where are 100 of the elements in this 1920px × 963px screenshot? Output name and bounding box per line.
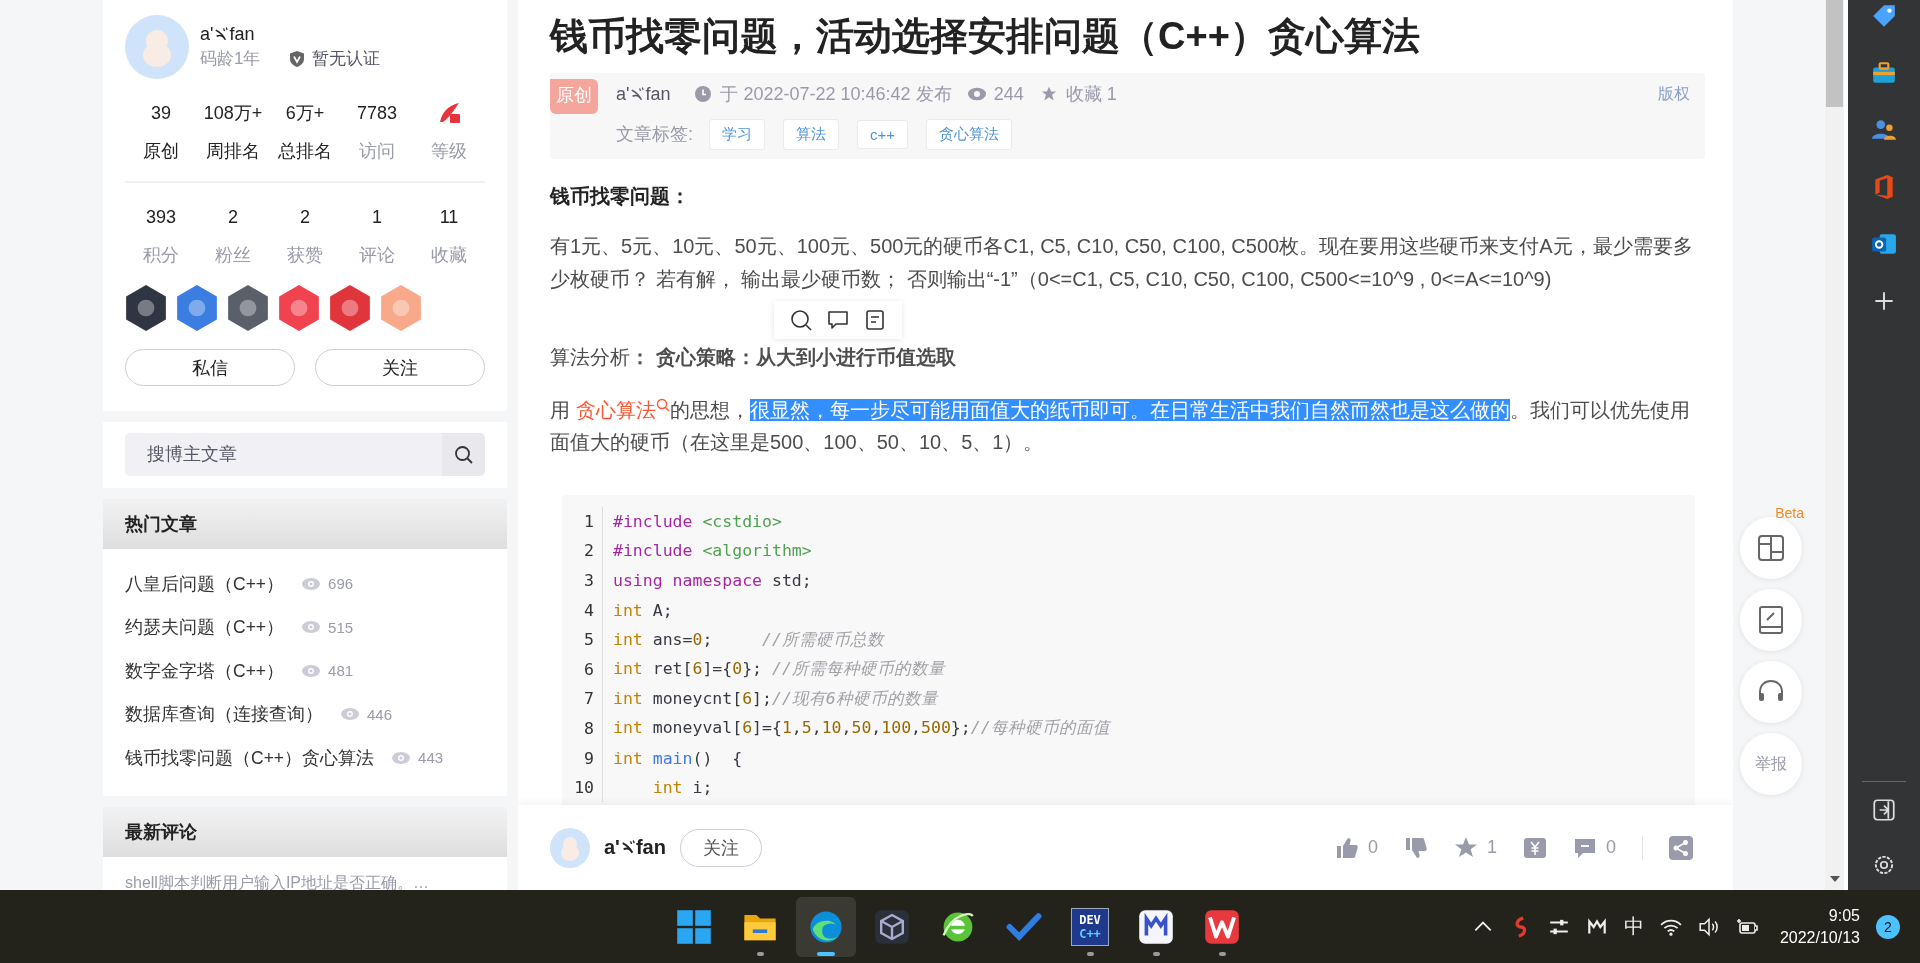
browser-icon[interactable]	[808, 908, 844, 945]
w-logo-icon[interactable]	[1204, 908, 1240, 945]
author-name[interactable]: fan	[635, 836, 666, 859]
stat-label[interactable]: 周排名	[206, 139, 260, 163]
stat-label: 访问	[359, 140, 395, 163]
cube-icon[interactable]	[874, 908, 910, 945]
hexagon-badge-icon[interactable]	[227, 285, 269, 331]
stat-label: 积分	[143, 244, 179, 267]
headset-button[interactable]	[1740, 661, 1802, 723]
eye-icon	[967, 86, 986, 102]
clock-date[interactable]: 2022/10/13	[1779, 926, 1860, 949]
section-header: 热门文章	[103, 499, 507, 549]
article-link[interactable]: 八皇后问题（C++）	[125, 571, 285, 596]
paragraph: 有1元、5元、10元、50元、100元、500元的硬币各C1, C5, C10, C50, C100, C500枚。现在要用这些硬币来支付A元，最少需要多少枚硬币？ 若有解， 输出最少硬币数； 否则输出“-1”（0<=C1, C5, C10, C50, C100, C500<=10^9 , 0<=A<=10^9)	[550, 234, 1694, 292]
article-link[interactable]: 数据库查询（连接查询）	[125, 702, 323, 727]
scroll-down-arrow-icon[interactable]	[1829, 876, 1840, 882]
article-link[interactable]: 钱币找零问题（C++）贪心算法	[125, 745, 375, 770]
stat-label[interactable]: 原创	[143, 139, 179, 163]
code-line: int moneycnt[6];//现有6种硬币的数量	[612, 687, 938, 710]
thumbs-up-icon[interactable]	[1334, 835, 1359, 860]
line-number: 8	[562, 713, 603, 744]
code-line: #include <algorithm>	[612, 541, 812, 561]
thumbs-down-icon[interactable]	[1403, 835, 1428, 860]
taskbar-app[interactable]	[796, 896, 856, 957]
follow-button[interactable]: 关注	[315, 349, 485, 386]
view-count: 244	[993, 83, 1024, 105]
volume-icon[interactable]	[1697, 915, 1720, 938]
layout-button[interactable]	[1740, 517, 1802, 579]
section-heading: 钱币找零问题：	[550, 184, 691, 209]
squiggle-sign-icon	[214, 26, 229, 43]
tags-label: 文章标签:	[616, 123, 693, 146]
stat-label: 粉丝	[215, 244, 251, 267]
notification-badge[interactable]: 2	[1876, 914, 1900, 939]
action-count: 0	[1606, 837, 1616, 858]
clock-icon	[694, 86, 713, 102]
briefcase-icon[interactable]	[1871, 60, 1897, 86]
stat-label[interactable]: 总排名	[278, 139, 332, 163]
hexagon-badge-icon[interactable]	[125, 285, 167, 331]
stat-value: 393	[145, 206, 176, 229]
quill-level-icon	[437, 102, 461, 124]
tag-icon[interactable]	[1871, 3, 1897, 29]
eye-icon	[392, 751, 411, 764]
clock-time[interactable]: 9:05	[1828, 904, 1860, 927]
code-line: int i;	[651, 778, 713, 798]
stat-value: 7783	[356, 102, 397, 125]
share-icon[interactable]	[1669, 835, 1693, 860]
paragraph: 用 贪心算法 的思想，很显然，每一步尽可能用面值大的纸币即可。在日常生活中我们自然而然也是这么做的。我们可以优先使用面值大的硬币（在这里是500、100、50、10、5、1）。	[550, 396, 1691, 455]
eye-icon	[341, 708, 359, 721]
eye-icon	[302, 577, 321, 590]
search-icon[interactable]	[453, 444, 474, 465]
mail-app-icon[interactable]	[1871, 231, 1897, 257]
view-count: 696	[328, 575, 354, 593]
people-icon[interactable]	[1871, 117, 1897, 143]
follow-button[interactable]: 关注	[679, 828, 762, 867]
scrollbar-thumb[interactable]	[1826, 0, 1843, 107]
taskbar-app[interactable]: DEV C++	[1060, 896, 1120, 957]
speech-bubble-icon[interactable]	[827, 309, 849, 331]
author-name[interactable]: a'	[200, 24, 214, 45]
app-logo[interactable]: DEV C++	[1071, 907, 1109, 946]
author-link[interactable]: fan	[645, 83, 671, 105]
search-icon[interactable]	[789, 309, 812, 331]
publish-time: 于 2022-07-22 10:46:42 发布	[720, 83, 952, 106]
author-link[interactable]: a'	[616, 83, 630, 105]
code-line: int A;	[612, 600, 673, 620]
windows-logo-icon[interactable]	[676, 908, 712, 945]
line-number: 10	[562, 772, 603, 803]
search-button[interactable]	[442, 433, 485, 476]
stat-label: 评论	[359, 244, 395, 267]
note-icon[interactable]	[864, 309, 887, 331]
code-line: int moneyval[6]={1,5,10,50,100,500};//每种硬币的面值	[612, 717, 1110, 740]
stat-value: 2	[228, 206, 238, 229]
view-count: 481	[328, 662, 354, 680]
search-field[interactable]: 搜博主文章	[125, 433, 442, 476]
panel-exit-icon[interactable]	[1871, 797, 1897, 823]
stat-value: 11	[439, 206, 459, 229]
notebook-button[interactable]	[1740, 589, 1802, 651]
m-logo-icon[interactable]	[1138, 908, 1174, 945]
input-method-indicator[interactable]: 中	[1623, 913, 1644, 940]
article-link[interactable]: 约瑟夫问题（C++）	[125, 615, 285, 640]
stat-value: 108万+	[203, 102, 263, 125]
stat-value: 39	[151, 102, 171, 125]
notebook-icon[interactable]	[1756, 605, 1786, 635]
eye-icon	[302, 621, 321, 634]
yuan-icon[interactable]	[1523, 835, 1547, 860]
line-number: 2	[562, 536, 603, 566]
layout-icon[interactable]	[1756, 533, 1786, 563]
eye-icon	[302, 664, 321, 677]
star-icon[interactable]	[1453, 835, 1478, 860]
action-count: 1	[1486, 837, 1497, 858]
message-button[interactable]: 私信	[125, 349, 295, 386]
paragraph: 算法分析： 贪心策略：从大到小进行币值选取	[550, 345, 957, 370]
view-count: 446	[367, 705, 393, 723]
stat-value: 2	[300, 206, 310, 229]
author-name[interactable]: fan	[229, 24, 255, 45]
certification-status: 暂无认证	[312, 48, 381, 70]
original-tag: 原创	[550, 79, 598, 114]
article-link[interactable]: 数字金字塔（C++）	[125, 658, 285, 683]
author-name[interactable]: a'	[604, 836, 620, 859]
view-count: 515	[328, 618, 354, 636]
scrollbar[interactable]	[1825, 0, 1844, 890]
